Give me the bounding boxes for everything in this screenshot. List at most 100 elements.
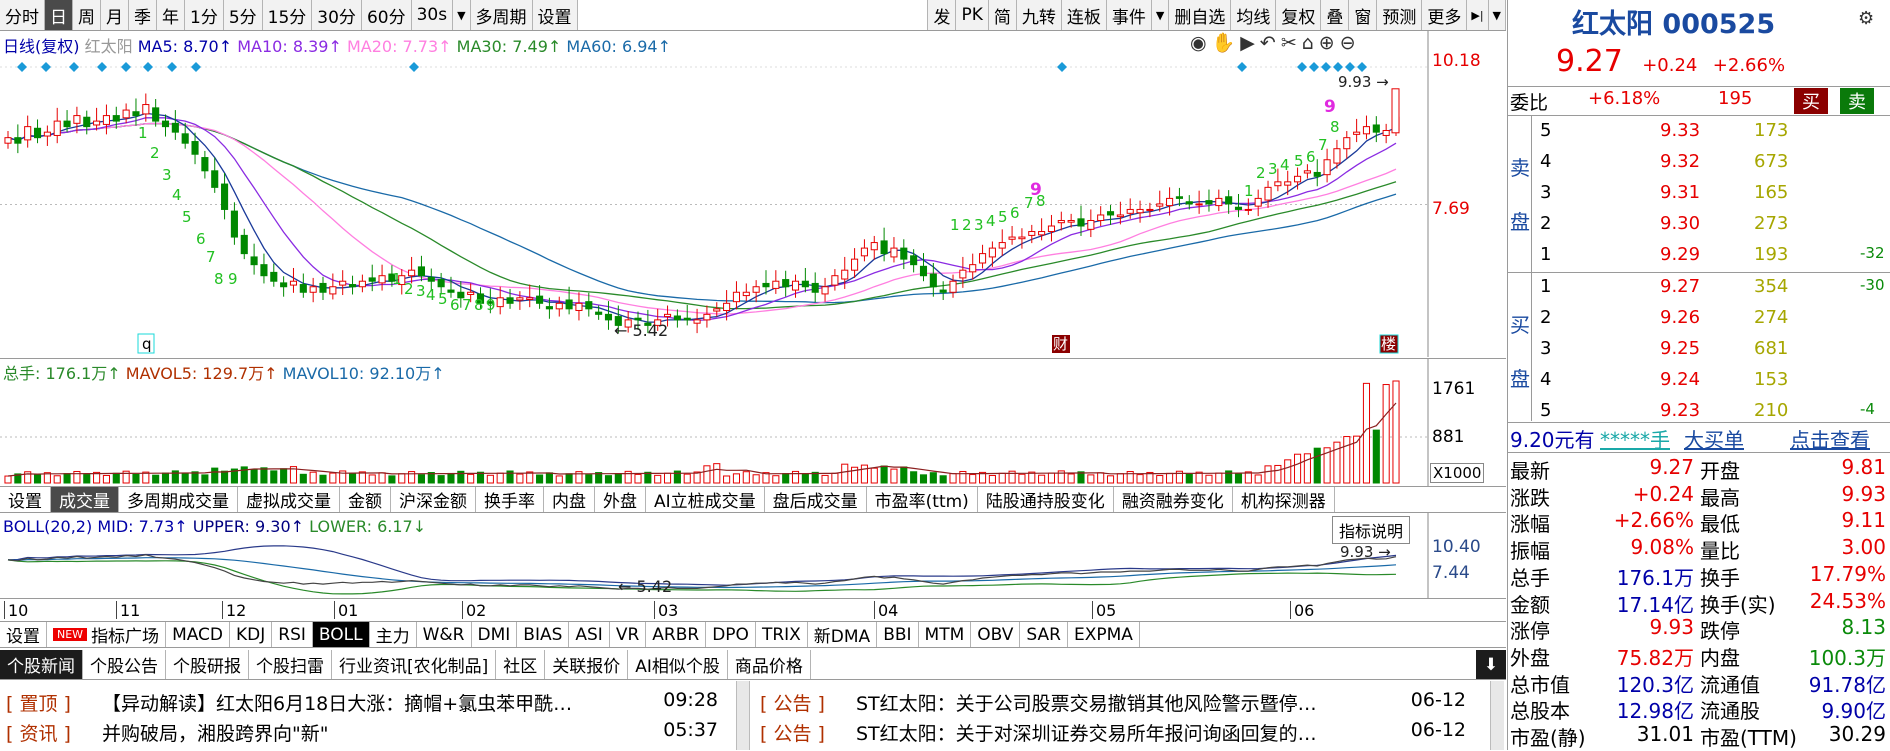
volume-bar[interactable] xyxy=(1215,472,1223,484)
volume-bar[interactable] xyxy=(417,474,425,484)
big-order-link[interactable]: 点击查看 xyxy=(1790,424,1870,453)
bids-level[interactable]: 3 9.25 681 xyxy=(1508,338,1890,362)
candle[interactable] xyxy=(732,281,741,310)
indicator-3[interactable]: KDJ xyxy=(230,622,273,647)
candle[interactable] xyxy=(53,107,61,144)
indicator-0[interactable]: 设置 xyxy=(0,622,47,647)
volume-bar[interactable] xyxy=(1284,459,1292,484)
news-scrollbar[interactable] xyxy=(736,681,750,750)
period-tab-11[interactable]: 30s xyxy=(412,0,454,30)
chevron-down-icon[interactable]: ▼ xyxy=(453,0,471,30)
candle[interactable] xyxy=(83,110,91,135)
candle[interactable] xyxy=(801,267,809,293)
period-tab-0[interactable]: 分时 xyxy=(0,0,45,30)
chevron-down-icon[interactable]: ▼ xyxy=(1152,0,1170,30)
candle[interactable] xyxy=(329,273,337,300)
volume-bar[interactable] xyxy=(1185,473,1193,484)
volume-bar[interactable] xyxy=(53,475,61,484)
candle[interactable] xyxy=(122,103,130,124)
news-item[interactable]: [ 置顶 ] 【异动解读】红太阳6月18日大涨：摘帽+氯虫苯甲酰… 09:28 xyxy=(6,689,718,716)
news-scrollbar[interactable] xyxy=(1490,681,1504,750)
candle[interactable] xyxy=(171,110,179,140)
indicator-1[interactable]: NEW 指标广场 xyxy=(47,622,167,647)
q-tag[interactable]: q xyxy=(142,335,152,353)
candle[interactable] xyxy=(33,119,42,144)
volume-bar[interactable] xyxy=(1136,474,1144,484)
period-tab-8[interactable]: 15分 xyxy=(263,0,313,30)
period-tab-3[interactable]: 月 xyxy=(101,0,129,30)
news-tab-6[interactable]: 关联报价 xyxy=(545,650,629,679)
volume-bar[interactable] xyxy=(1087,474,1095,484)
volume-bar[interactable] xyxy=(565,473,573,484)
candle[interactable] xyxy=(43,125,51,146)
volume-bar[interactable] xyxy=(437,475,445,484)
volume-bar[interactable] xyxy=(181,473,189,484)
indicator-20[interactable]: EXPMA xyxy=(1068,622,1140,647)
volume-indicator-tab-6[interactable]: 换手率 xyxy=(476,487,544,512)
volume-bar[interactable] xyxy=(516,473,524,484)
volume-bar[interactable] xyxy=(929,472,937,484)
volume-bar[interactable] xyxy=(1067,473,1075,484)
candle[interactable] xyxy=(24,115,32,148)
candle[interactable] xyxy=(1136,200,1144,223)
volume-bar[interactable] xyxy=(1038,474,1046,484)
event-marker[interactable] xyxy=(1345,62,1355,72)
period-tab-13[interactable]: 设置 xyxy=(533,0,578,30)
volume-bar[interactable] xyxy=(1018,473,1026,484)
candle[interactable] xyxy=(506,288,514,309)
candle[interactable] xyxy=(1264,180,1272,208)
volume-bar[interactable] xyxy=(919,474,928,484)
news-tab-1[interactable]: 个股公告 xyxy=(83,650,166,679)
news-tab-3[interactable]: 个股扫雷 xyxy=(249,650,332,679)
indicator-9[interactable]: BIAS xyxy=(517,622,570,647)
volume-bar[interactable] xyxy=(870,467,878,484)
volume-bar[interactable] xyxy=(4,475,12,484)
candle[interactable] xyxy=(752,280,760,303)
volume-indicator-tab-3[interactable]: 虚拟成交量 xyxy=(238,487,340,512)
candle[interactable] xyxy=(1097,206,1105,227)
volume-bar[interactable] xyxy=(585,474,593,484)
volume-bar[interactable] xyxy=(900,466,908,484)
volume-indicator-tab-7[interactable]: 内盘 xyxy=(544,487,595,512)
candle[interactable] xyxy=(270,263,278,287)
volume-bar[interactable] xyxy=(368,474,376,484)
candle[interactable] xyxy=(4,131,12,149)
volume-indicator-tab-14[interactable]: 机构探测器 xyxy=(1233,487,1335,512)
volume-bar[interactable] xyxy=(319,474,327,484)
candle-latest[interactable] xyxy=(1391,88,1400,134)
volume-bar[interactable] xyxy=(860,464,868,484)
news-title[interactable]: ST红太阳：关于对深圳证券交易所年报问询函回复的… xyxy=(856,719,1376,746)
volume-indicator-tab-0[interactable]: 设置 xyxy=(0,487,51,512)
volume-bar[interactable] xyxy=(1362,382,1371,484)
event-marker[interactable] xyxy=(167,62,177,72)
candle[interactable] xyxy=(1116,201,1124,225)
volume-bar[interactable] xyxy=(683,473,691,484)
volume-bar[interactable] xyxy=(152,474,160,484)
candle[interactable] xyxy=(73,106,81,134)
volume-bar[interactable] xyxy=(1372,429,1380,484)
tool-btn-8[interactable]: 复权 xyxy=(1276,0,1322,30)
candle[interactable] xyxy=(240,228,248,260)
tool-btn-11[interactable]: 预测 xyxy=(1377,0,1423,30)
candle[interactable] xyxy=(102,104,110,135)
volume-bar[interactable] xyxy=(1392,380,1400,484)
volume-indicator-tab-5[interactable]: 沪深金额 xyxy=(391,487,476,512)
volume-bar[interactable] xyxy=(1106,475,1115,484)
volume-bar[interactable] xyxy=(1234,473,1243,484)
volume-bar[interactable] xyxy=(752,474,760,484)
volume-bar[interactable] xyxy=(161,472,170,484)
volume-bar[interactable] xyxy=(742,471,750,484)
volume-bar[interactable] xyxy=(221,470,229,484)
volume-bar[interactable] xyxy=(309,471,317,484)
tool-btn-9[interactable]: 叠 xyxy=(1321,0,1350,30)
volume-bar[interactable] xyxy=(33,474,42,484)
volume-bar[interactable] xyxy=(447,472,455,484)
candle[interactable] xyxy=(1382,123,1390,144)
volume-bar[interactable] xyxy=(467,473,475,484)
tool-btn-6[interactable]: 删自选 xyxy=(1169,0,1232,30)
event-marker[interactable] xyxy=(1057,62,1067,72)
candle[interactable] xyxy=(201,150,209,179)
volume-bar[interactable] xyxy=(910,471,918,484)
candle[interactable] xyxy=(782,270,790,297)
event-marker[interactable] xyxy=(409,62,419,72)
